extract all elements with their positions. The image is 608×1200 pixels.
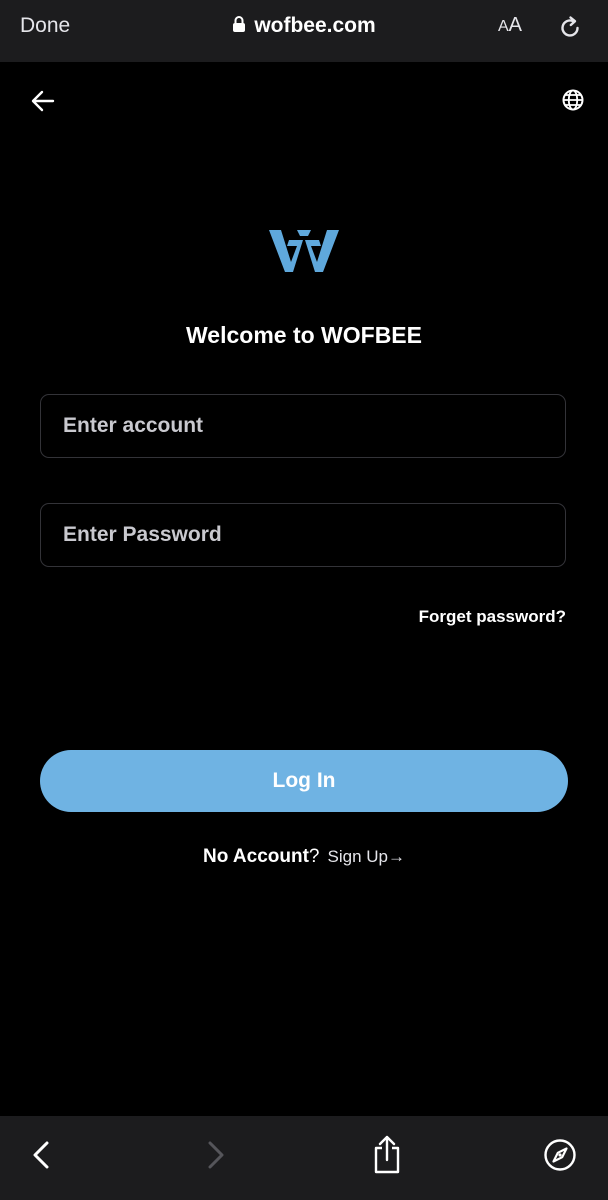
compass-icon[interactable] <box>543 1138 577 1172</box>
url-text: wofbee.com <box>254 14 376 37</box>
globe-icon[interactable] <box>561 88 585 112</box>
password-field[interactable] <box>40 503 566 567</box>
page-title: Welcome to WOFBEE <box>186 322 422 348</box>
password-input[interactable] <box>41 504 565 566</box>
no-account-label: No Account <box>203 846 309 867</box>
chevron-right-icon <box>208 1141 224 1169</box>
wofbee-logo-icon <box>269 230 339 272</box>
text-size-button[interactable]: AA <box>498 14 522 37</box>
chevron-left-icon[interactable] <box>28 1138 54 1172</box>
login-button[interactable]: Log In <box>40 750 568 812</box>
reload-icon[interactable] <box>557 15 583 41</box>
forgot-password-link[interactable]: Forget password? <box>419 607 566 627</box>
lock-icon <box>233 16 246 33</box>
account-field[interactable] <box>40 394 566 458</box>
browser-top-bar: Done wofbee.com AA <box>0 0 608 62</box>
browser-bottom-bar <box>0 1116 608 1200</box>
account-input[interactable] <box>41 395 565 457</box>
back-arrow-icon[interactable] <box>30 88 56 114</box>
text-size-large-a: A <box>508 14 523 36</box>
text-size-small-a: A <box>498 18 509 35</box>
share-icon[interactable] <box>370 1134 404 1174</box>
signup-link[interactable]: Sign Up→ <box>328 847 405 866</box>
no-account-question-mark: ? <box>308 846 320 867</box>
signup-row: No Account? Sign Up→ <box>0 846 608 868</box>
